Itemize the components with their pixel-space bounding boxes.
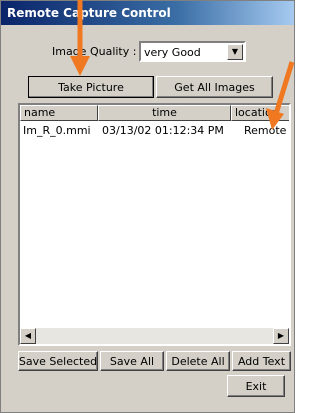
arrow-left-icon[interactable]: ◀ — [20, 328, 36, 344]
delete-all-button[interactable]: Delete All — [166, 351, 230, 371]
arrow-icon — [266, 61, 295, 130]
image-quality-label: Image Quality : — [52, 45, 137, 58]
list-item-name: Im_R_0.mmi — [23, 124, 91, 137]
column-header-name[interactable]: name — [20, 105, 98, 121]
arrow-icon — [70, 0, 90, 76]
get-all-images-button[interactable]: Get All Images — [156, 76, 273, 98]
list-header: name time location — [20, 105, 289, 121]
exit-button[interactable]: Exit — [227, 375, 285, 397]
horizontal-scrollbar[interactable]: ◀ ▶ — [20, 328, 289, 344]
save-all-button[interactable]: Save All — [100, 351, 164, 371]
image-quality-select[interactable]: very Good ▼ — [139, 41, 246, 62]
column-header-time[interactable]: time — [98, 105, 231, 121]
arrow-right-icon[interactable]: ▶ — [273, 328, 289, 344]
list-item[interactable]: Im_R_0.mmi 03/13/02 01:12:34 PM Remote — [20, 123, 289, 139]
remote-capture-window: Remote Capture Control Image Quality : v… — [0, 0, 295, 413]
chevron-down-icon[interactable]: ▼ — [227, 44, 243, 60]
list-item-time: 03/13/02 01:12:34 PM — [102, 124, 224, 137]
window-title: Remote Capture Control — [1, 1, 294, 25]
image-quality-value: very Good — [144, 46, 201, 59]
images-list[interactable]: name time location Im_R_0.mmi 03/13/02 0… — [18, 103, 291, 346]
save-selected-button[interactable]: Save Selected — [18, 351, 98, 371]
add-text-button[interactable]: Add Text — [232, 351, 291, 371]
